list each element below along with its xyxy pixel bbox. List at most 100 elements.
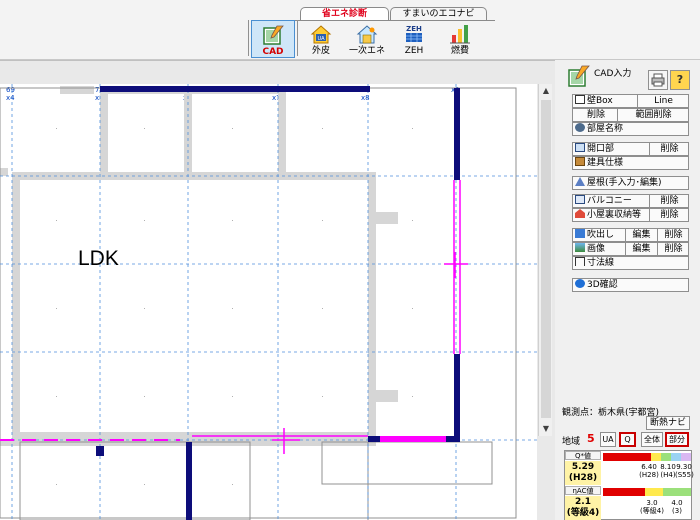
- ua-option-button[interactable]: UA: [600, 432, 616, 447]
- gazo-sakujo-button[interactable]: 削除: [657, 243, 689, 255]
- bubun-option-button[interactable]: 部分: [665, 432, 689, 447]
- yane-button[interactable]: 屋根(手入力･編集): [572, 176, 689, 190]
- ac-ref-grade3: 4.0 (3): [669, 499, 685, 515]
- ac-ref2-std: (3): [672, 507, 682, 515]
- tab-sumai-econavi[interactable]: すまいのエコナビ: [390, 7, 487, 21]
- hani-sakujo-label: 範囲削除: [635, 110, 672, 120]
- q-bar-purple: [681, 453, 691, 461]
- dimension-icon: [575, 257, 585, 266]
- sumpo-button[interactable]: 寸法線: [572, 256, 689, 270]
- dannetsu-navi-button[interactable]: 断熱ナビ: [646, 416, 690, 430]
- panel-title: CAD入力: [594, 69, 632, 79]
- balcony-button[interactable]: バルコニー: [573, 195, 649, 207]
- heya-meisho-cell: 部屋名称: [573, 123, 688, 135]
- vertical-scrollbar[interactable]: ▲ ▼: [538, 84, 552, 436]
- three-d-label: 3D確認: [587, 280, 618, 290]
- q-ref-h28: 6.40 (H28): [637, 463, 661, 479]
- yane-label: 屋根(手入力･編集): [587, 178, 662, 188]
- observation-point: 観測点：栃木県(宇都宮): [562, 408, 660, 418]
- sumpo-label: 寸法線: [587, 258, 615, 268]
- ac-ref2-value: 4.0: [671, 499, 683, 507]
- balcony-sakujo-button[interactable]: 削除: [649, 195, 689, 207]
- ac-ref1-std: (等級4): [640, 507, 664, 515]
- gazo-button[interactable]: 画像: [573, 243, 625, 255]
- row-fukinuke: 吹出し 編集 削除: [572, 228, 689, 242]
- ac-bar-red: [603, 488, 645, 496]
- q-bar-blue: [671, 453, 681, 461]
- ac-ref-grade4: 3.0 (等級4): [639, 499, 665, 515]
- room-label-ldk: LDK: [78, 247, 119, 270]
- gaihi-tool-button[interactable]: UA 外皮: [299, 20, 343, 58]
- toolbar-separator: [248, 20, 249, 56]
- floor-plan-canvas[interactable]: 69x4 70x5 71x6 72x7 73x8 x9: [0, 84, 537, 520]
- zeh-tool-button[interactable]: ZEH ZEH: [392, 20, 436, 58]
- q-bar-yellow: [651, 453, 661, 461]
- tategu-label: 建具仕様: [587, 158, 624, 168]
- scroll-down-arrow[interactable]: ▼: [539, 422, 553, 436]
- fukinuke-sakujo-button[interactable]: 削除: [657, 229, 689, 241]
- q-bar-green: [661, 453, 671, 461]
- region-value: 5: [587, 432, 595, 445]
- kaikobu-label: 開口部: [587, 144, 615, 154]
- tab-shoene-shindan[interactable]: 省エネ診断: [300, 7, 389, 21]
- koyaura-button[interactable]: 小屋裏収納等: [573, 209, 649, 221]
- tategu-button[interactable]: 建具仕様: [572, 156, 689, 170]
- row-kaikobu: 開口部 削除: [572, 142, 689, 156]
- gazo-edit-button[interactable]: 編集: [625, 243, 657, 255]
- ichiji-ene-tool-button[interactable]: 一次エネ: [345, 20, 389, 58]
- q-option-button[interactable]: Q: [619, 432, 636, 447]
- attic-icon: [575, 209, 585, 218]
- help-button[interactable]: ?: [670, 70, 690, 90]
- line-button[interactable]: Line: [637, 95, 689, 107]
- kaikobu-sakujo-button[interactable]: 削除: [649, 143, 689, 155]
- three-d-cell: 3D確認: [573, 279, 688, 291]
- zentai-option-button[interactable]: 全体: [641, 432, 663, 447]
- hani-sakujo-button[interactable]: 範囲削除: [617, 109, 689, 121]
- toolbar-separator: [297, 20, 298, 56]
- row-sakujo: 削除 範囲削除: [572, 108, 689, 122]
- scroll-thumb[interactable]: [541, 100, 551, 418]
- kabe-box-button[interactable]: 壁Box: [573, 95, 637, 107]
- printer-icon: [651, 73, 665, 87]
- room-name-icon: [575, 123, 585, 132]
- balcony-label: バルコニー: [587, 196, 632, 206]
- ac-bar-yellow: [645, 488, 663, 496]
- ichiji-ene-tool-label: 一次エネ: [348, 46, 385, 56]
- help-icon: ?: [676, 73, 684, 86]
- ac-value-standard: (等級4): [566, 508, 600, 518]
- sakujo-label: 削除: [586, 110, 605, 120]
- q-value-standard: (H28): [568, 473, 598, 483]
- koyaura-sakujo-label: 削除: [660, 210, 679, 220]
- gaihi-tool-label: 外皮: [311, 46, 330, 56]
- gray-walls: [0, 86, 398, 446]
- print-button[interactable]: [648, 70, 668, 90]
- line-label: Line: [654, 96, 673, 106]
- performance-metrics: Q*値 5.29 (H28) 6.40 (H28) 8.10 (H4) 9.30 (S5…: [564, 450, 694, 520]
- door-icon: [575, 157, 585, 166]
- fukinuke-edit-button[interactable]: 編集: [625, 229, 657, 241]
- nenpi-tool-button[interactable]: 燃費: [438, 20, 482, 58]
- koyaura-sakujo-button[interactable]: 削除: [649, 209, 689, 221]
- heya-meisho-label: 部屋名称: [587, 124, 624, 134]
- row-kabe-box: 壁Box Line: [572, 94, 689, 108]
- gazo-label: 画像: [587, 244, 606, 254]
- gazo-sakujo-label: 削除: [664, 244, 683, 254]
- three-d-button[interactable]: 3D確認: [572, 278, 689, 292]
- nenpi-tool-label: 燃費: [450, 46, 469, 56]
- scroll-up-arrow[interactable]: ▲: [539, 84, 553, 98]
- sakujo-button[interactable]: 削除: [573, 109, 617, 121]
- cad-tool-button[interactable]: CAD: [251, 20, 295, 58]
- top-toolbar: 省エネ診断 すまいのエコナビ CAD UA 外皮 一次エネ ZEH ZEH 燃費: [0, 0, 700, 60]
- heya-meisho-button[interactable]: 部屋名称: [572, 122, 689, 136]
- q-ref3-std: (S55): [675, 471, 694, 479]
- svg-text:UA: UA: [317, 36, 325, 42]
- kaikobu-button[interactable]: 開口部: [573, 143, 649, 155]
- wall-box-icon: [575, 95, 585, 104]
- cad-tool-label: CAD: [262, 47, 284, 57]
- balcony-sakujo-label: 削除: [660, 196, 679, 206]
- ac-value: 2.1 (等級4): [565, 496, 601, 520]
- snap-points: [56, 128, 413, 485]
- fukinuke-button[interactable]: 吹出し: [573, 229, 625, 241]
- fukinuke-edit-label: 編集: [632, 230, 651, 240]
- zeh-tool-label: ZEH: [404, 46, 424, 56]
